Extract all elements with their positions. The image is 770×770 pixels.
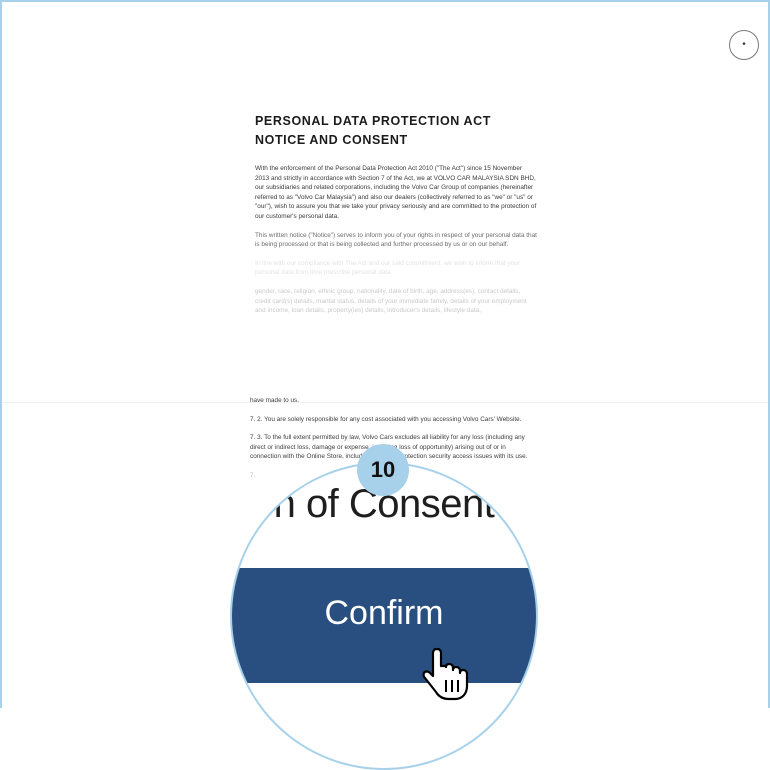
terms-7-2: 7. 2. You are solely responsible for any… (250, 415, 522, 423)
document-title-line1: PERSONAL DATA PROTECTION ACT (255, 114, 492, 128)
confirm-button-label[interactable]: Confirm (232, 594, 536, 633)
paragraph-compliance: In line with our compliance with The Act… (255, 259, 520, 277)
terms-line-top: have made to us. (250, 397, 300, 404)
close-icon: • (742, 39, 746, 50)
step-number-badge: 10 (357, 444, 409, 496)
consent-document: PERSONAL DATA PROTECTION ACT NOTICE AND … (255, 112, 537, 325)
document-title-line2: NOTICE AND CONSENT (255, 133, 408, 147)
magnifier-callout: n of Consent Confirm (230, 462, 538, 770)
hand-cursor-icon (422, 647, 469, 701)
paragraph-notice: This written notice ("Notice") serves to… (255, 231, 537, 249)
document-title: PERSONAL DATA PROTECTION ACT NOTICE AND … (255, 112, 537, 150)
paragraph-personal-data: gender, race, religion, ethnic group, na… (255, 287, 527, 315)
close-button[interactable]: • (729, 30, 759, 60)
paragraph-enforcement: With the enforcement of the Personal Dat… (255, 165, 537, 220)
